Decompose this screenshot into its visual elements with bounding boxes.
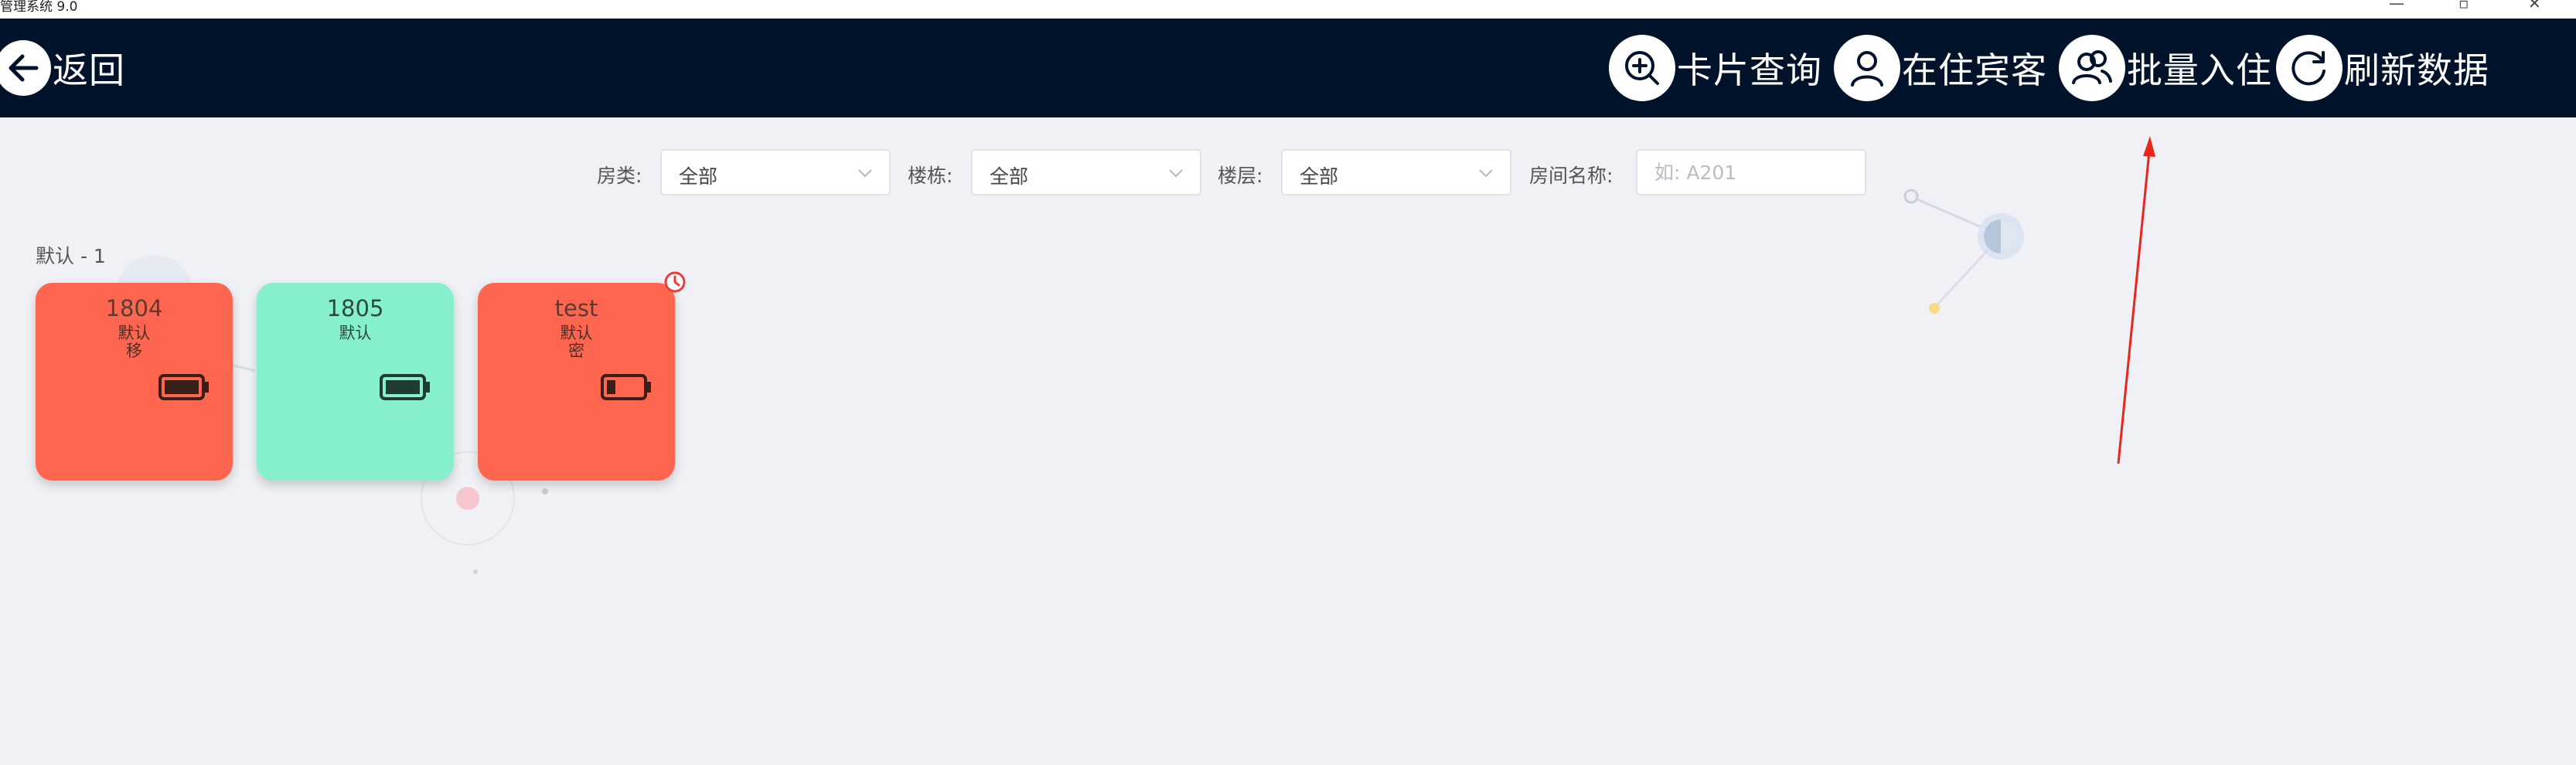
annotation-arrow [2117,136,2155,464]
